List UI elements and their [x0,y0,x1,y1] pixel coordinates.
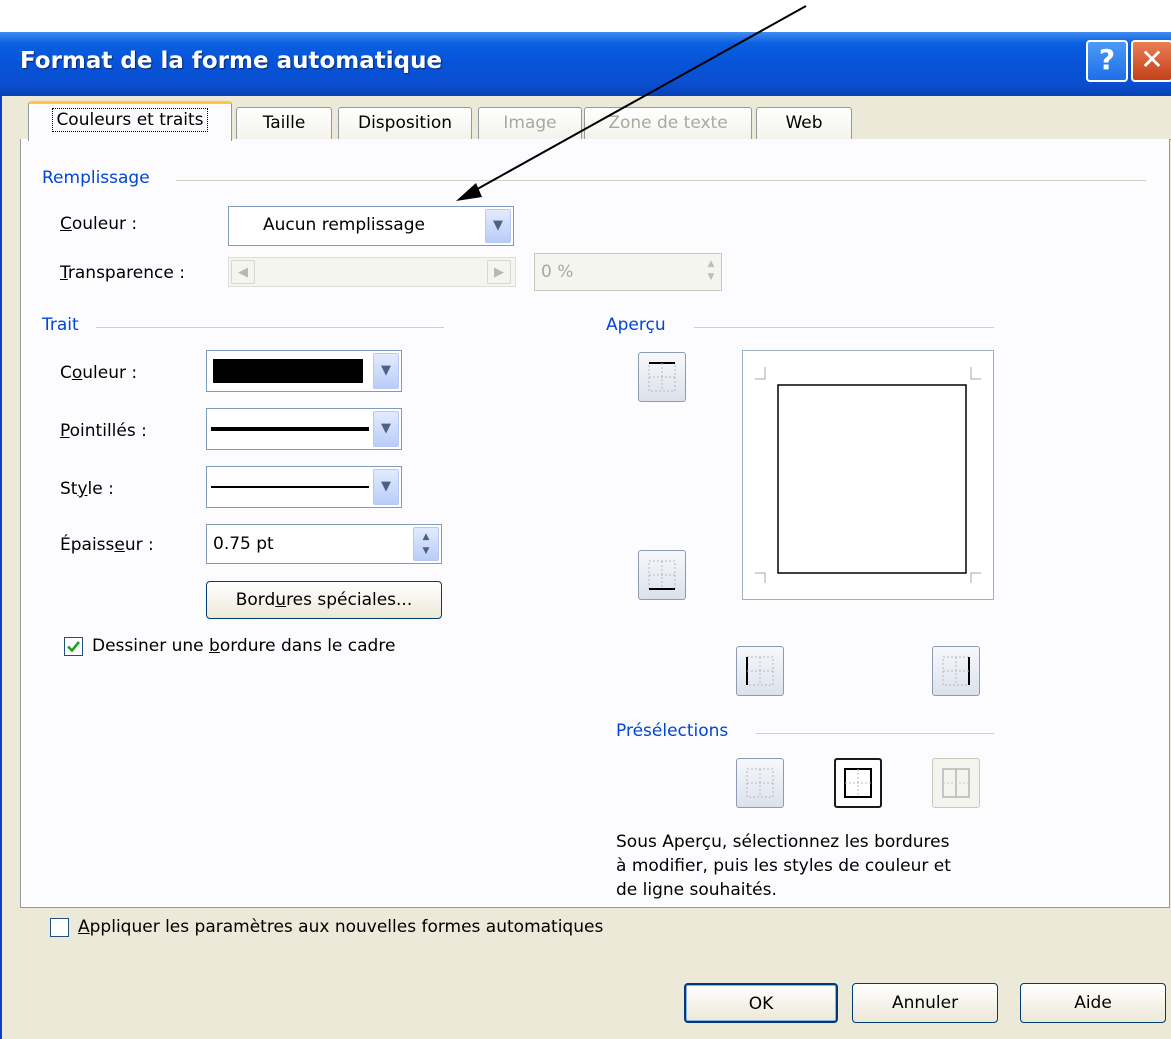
tab-label: Couleurs et traits [52,108,208,132]
ok-button[interactable]: OK [684,983,838,1023]
tab-colors-lines[interactable]: Couleurs et traits [28,101,232,141]
special-borders-button[interactable]: Bordures spéciales... [206,581,442,619]
chevron-down-icon[interactable]: ▼ [373,469,399,505]
no-border-icon [746,768,774,798]
dash-label: Pointillés : [60,421,147,441]
help-line: Sous Aperçu, sélectionnez les bordures [616,832,950,852]
line-group-label: Trait [42,315,79,335]
line-color-swatch [213,359,363,383]
box-border-icon [844,768,872,798]
preview-group-divider [694,327,994,328]
transparency-label: Transparence : [60,263,185,283]
top-border-button[interactable] [638,352,686,402]
spinner-icon[interactable]: ▲ ▼ [413,527,439,561]
presets-help-text: Sous Aperçu, sélectionnez les bordures à… [616,830,951,902]
preview-group-label: Aperçu [606,315,666,335]
line-color-dropdown[interactable]: ▼ [206,350,402,392]
weight-label: Épaisseur : [60,535,154,555]
transparency-slider: ◀ ▶ [228,257,516,287]
cancel-button[interactable]: Annuler [852,983,998,1023]
chevron-down-icon[interactable]: ▼ [373,411,399,447]
left-border-button[interactable] [736,646,784,696]
preset-none-button[interactable] [736,758,784,808]
help-line: à modifier, puis les styles de couleur e… [616,856,951,876]
draw-border-checkbox[interactable] [64,637,83,656]
help-button[interactable]: Aide [1020,983,1166,1023]
top-border-icon [648,362,676,392]
grid-border-icon [942,768,970,798]
transparency-value: 0 % [541,262,574,282]
draw-border-label: Dessiner une bordure dans le cadre [92,636,396,656]
special-borders-label: Bordures spéciales... [235,590,413,610]
weight-value: 0.75 pt [213,534,274,554]
transparency-input: 0 % ▲ ▼ [534,253,722,291]
dash-dropdown[interactable]: ▼ [206,408,402,450]
line-group-divider [96,327,444,328]
spinner-icon: ▲ ▼ [707,259,715,282]
right-border-button[interactable] [932,646,980,696]
line-style-dropdown[interactable]: ▼ [206,466,402,508]
line-color-label: Couleur : [60,363,138,383]
chevron-down-icon[interactable]: ▼ [373,353,399,389]
bottom-border-button[interactable] [638,550,686,600]
left-border-icon [746,656,774,686]
check-icon [67,641,81,653]
style-label: Style : [60,479,114,499]
weight-input[interactable]: 0.75 pt ▲ ▼ [206,524,442,564]
preview-area[interactable] [742,350,994,600]
help-line: de ligne souhaités. [616,880,777,900]
presets-group-divider [756,733,994,734]
apply-defaults-label: Appliquer les paramètres aux nouvelles f… [78,917,604,937]
preset-box-button[interactable] [834,758,882,808]
preset-grid-button [932,758,980,808]
scroll-right-icon: ▶ [487,260,511,284]
bottom-border-icon [648,560,676,590]
scroll-left-icon: ◀ [231,260,255,284]
presets-group-label: Présélections [616,721,729,741]
style-preview-line [211,486,369,488]
preview-shape [755,367,981,583]
dash-preview-line [211,427,369,431]
apply-defaults-checkbox[interactable] [50,918,69,937]
right-border-icon [942,656,970,686]
